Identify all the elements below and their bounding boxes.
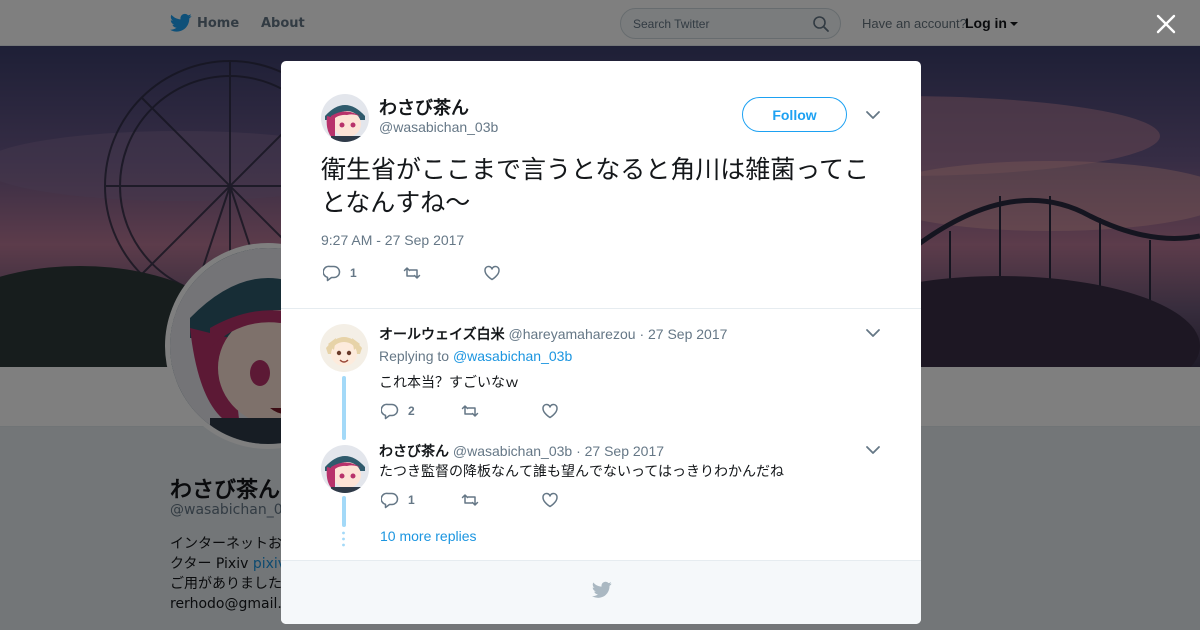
reply-header[interactable]: オールウェイズ白米 @hareyamaharezou · 27 Sep 2017 [379, 324, 727, 344]
twitter-bird-icon [592, 581, 612, 598]
replying-to: Replying to @wasabichan_03b [379, 348, 572, 364]
reply-date[interactable]: · 27 Sep 2017 [576, 443, 664, 459]
reply-author-handle[interactable]: @hareyamaharezou [508, 326, 635, 342]
author-name[interactable]: わさび茶ん [379, 94, 469, 120]
author-avatar[interactable] [321, 94, 369, 142]
reply-author-avatar[interactable] [320, 324, 368, 372]
replying-to-link[interactable]: @wasabichan_03b [453, 348, 572, 364]
author-handle[interactable]: @wasabichan_03b [379, 119, 498, 135]
tweet-timestamp[interactable]: 9:27 AM - 27 Sep 2017 [321, 232, 464, 248]
close-icon[interactable] [1154, 12, 1178, 36]
follow-button[interactable]: Follow [742, 97, 847, 132]
reply-icon [381, 492, 399, 509]
thread-line [342, 376, 346, 440]
reply-avatar-image [320, 324, 368, 372]
reply-icon [381, 403, 399, 420]
like-action[interactable] [483, 264, 501, 282]
reply-text: これ本当？すごいなｗ [379, 375, 519, 391]
retweet-action[interactable] [403, 264, 421, 282]
reply-author-name[interactable]: オールウェイズ白米 [379, 326, 505, 342]
author-avatar-image [321, 94, 369, 142]
retweet-icon [461, 405, 479, 417]
reply-text: たつき監督の降板なんて誰も望んでないってはっきりわかんだね [379, 464, 785, 480]
reply-author-avatar[interactable] [321, 445, 369, 493]
like-action[interactable] [541, 491, 559, 509]
reply-count: 1 [408, 493, 415, 507]
retweet-action[interactable] [461, 402, 479, 420]
reply-action[interactable]: 1 [381, 491, 415, 509]
modal-footer [281, 560, 921, 624]
tweet-permalink-modal: わさび茶ん @wasabichan_03b Follow 衛生省がここまで言うと… [281, 61, 921, 624]
like-icon [484, 265, 500, 281]
retweet-icon [403, 267, 421, 279]
retweet-action[interactable] [461, 491, 479, 509]
reply-count: 2 [408, 404, 415, 418]
reply-action[interactable]: 2 [381, 402, 415, 420]
reply-header[interactable]: わさび茶ん @wasabichan_03b · 27 Sep 2017 [379, 441, 664, 461]
separator [281, 308, 921, 309]
reply-count: 1 [350, 266, 357, 280]
thread-dots [342, 531, 345, 547]
reply-avatar-image [321, 445, 369, 493]
reply-author-handle[interactable]: @wasabichan_03b [453, 443, 572, 459]
reply-author-name[interactable]: わさび茶ん [379, 443, 449, 459]
chevron-down-icon[interactable] [865, 327, 881, 339]
replying-to-label: Replying to [379, 348, 450, 364]
more-replies-link[interactable]: 10 more replies [380, 528, 477, 544]
like-action[interactable] [541, 402, 559, 420]
thread-line [342, 496, 346, 527]
like-icon [542, 403, 558, 419]
chevron-down-icon[interactable] [865, 109, 881, 121]
reply-action[interactable]: 1 [323, 264, 357, 282]
reply-date[interactable]: · 27 Sep 2017 [639, 326, 727, 342]
chevron-down-icon[interactable] [865, 444, 881, 456]
retweet-icon [461, 494, 479, 506]
tweet-text: 衛生省がここまで言うとなると角川は雑菌ってことなんすね～ [321, 155, 870, 217]
reply-icon [323, 265, 341, 282]
like-icon [542, 492, 558, 508]
